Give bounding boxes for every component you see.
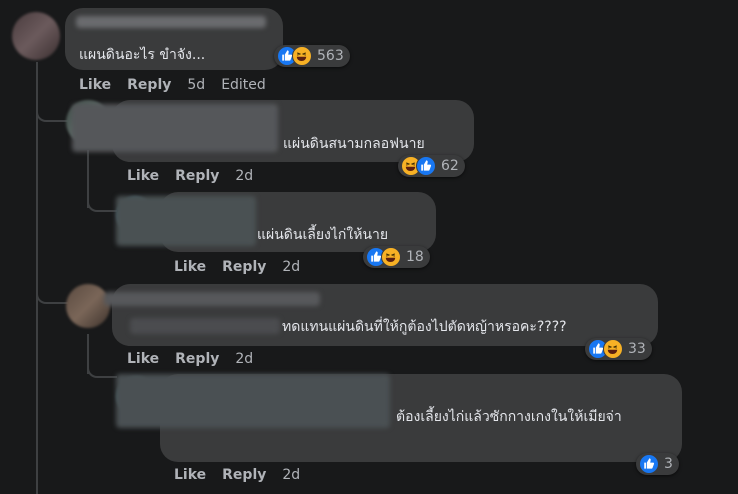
timestamp[interactable]: 5d	[187, 77, 205, 93]
blurred-author-name	[130, 318, 280, 334]
blurred-author-name	[116, 196, 256, 246]
reply-button[interactable]: Reply	[222, 467, 266, 483]
reaction-count: 18	[406, 249, 424, 265]
timestamp[interactable]: 2d	[282, 467, 300, 483]
comment-actions: Like Reply 2d	[174, 467, 316, 483]
reaction-summary[interactable]: 563	[274, 45, 350, 67]
haha-icon	[381, 247, 401, 267]
thread-line-main	[36, 62, 38, 494]
comment-actions: Like Reply 5d Edited	[79, 77, 282, 93]
reaction-count: 3	[664, 456, 673, 472]
avatar[interactable]	[66, 284, 110, 328]
comment-actions: Like Reply 2d	[174, 259, 316, 275]
like-icon	[639, 454, 659, 474]
avatar[interactable]	[12, 12, 60, 60]
haha-icon	[603, 339, 623, 359]
thread-connector-3	[36, 282, 68, 304]
comment-text: ต้องเลี้ยงไก่แล้วซักกางเกงในให้เมียจ่า	[396, 409, 622, 425]
reaction-count: 563	[317, 48, 344, 64]
reaction-summary[interactable]: 33	[585, 338, 652, 360]
comment-text: ทดแทนแผ่นดินที่ให้กูต้องไปตัดหญ้าหรอคะ??…	[282, 319, 567, 335]
reaction-count: 62	[441, 158, 459, 174]
haha-icon	[292, 46, 312, 66]
reply-button[interactable]: Reply	[127, 77, 171, 93]
blurred-author-name	[76, 16, 266, 28]
reaction-summary[interactable]: 62	[398, 155, 465, 177]
thread-connector-4	[87, 356, 117, 378]
reaction-summary[interactable]: 3	[636, 453, 679, 475]
edited-label: Edited	[221, 77, 266, 93]
like-button[interactable]: Like	[174, 259, 206, 275]
like-button[interactable]: Like	[79, 77, 111, 93]
reply-button[interactable]: Reply	[175, 168, 219, 184]
like-button[interactable]: Like	[127, 351, 159, 367]
blurred-author-name	[104, 292, 320, 306]
thread-connector-2	[87, 190, 117, 212]
comment-text: แผนดินอะไร ขำจัง...	[79, 47, 206, 63]
comment-text: แผ่นดินสนามกลอฟนาย	[283, 136, 425, 152]
blurred-author-name	[72, 104, 278, 152]
like-icon	[416, 156, 436, 176]
reply-button[interactable]: Reply	[222, 259, 266, 275]
reaction-summary[interactable]: 18	[363, 246, 430, 268]
like-button[interactable]: Like	[174, 467, 206, 483]
reply-button[interactable]: Reply	[175, 351, 219, 367]
timestamp[interactable]: 2d	[282, 259, 300, 275]
like-button[interactable]: Like	[127, 168, 159, 184]
thread-connector-1	[36, 100, 68, 122]
comment-actions: Like Reply 2d	[127, 351, 269, 367]
comment-text: แผ่นดินเลี้ยงไก่ให้นาย	[257, 227, 389, 243]
timestamp[interactable]: 2d	[235, 351, 253, 367]
timestamp[interactable]: 2d	[235, 168, 253, 184]
comment-actions: Like Reply 2d	[127, 168, 269, 184]
reaction-count: 33	[628, 341, 646, 357]
